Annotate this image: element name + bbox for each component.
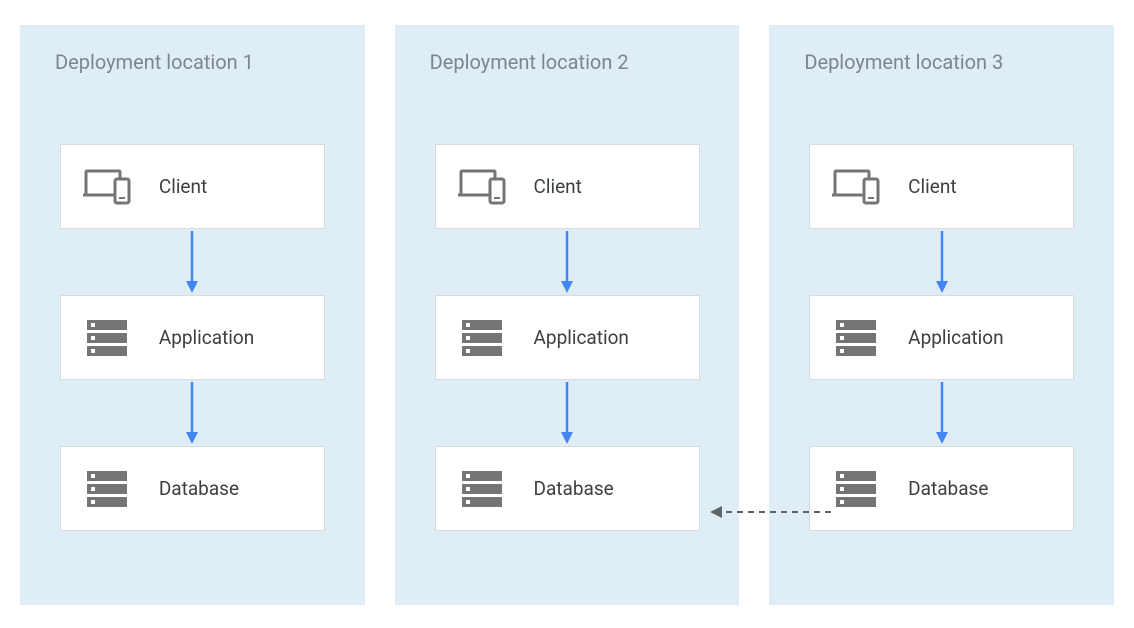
application-node: Application: [809, 295, 1074, 380]
node-label: Application: [159, 326, 254, 349]
node-label: Application: [534, 326, 629, 349]
node-label: Database: [908, 477, 988, 500]
server-icon: [458, 467, 508, 511]
client-node: Client: [60, 144, 325, 229]
devices-icon: [832, 165, 882, 209]
devices-icon: [83, 165, 133, 209]
server-icon: [832, 467, 882, 511]
arrow-down-icon: [557, 229, 577, 295]
deployment-column-1: Deployment location 1 Client Application…: [20, 25, 365, 605]
arrow-down-icon: [182, 229, 202, 295]
column-title: Deployment location 3: [804, 50, 1003, 74]
server-icon: [832, 316, 882, 360]
diagram-row: Deployment location 1 Client Application…: [20, 25, 1114, 605]
application-node: Application: [60, 295, 325, 380]
node-label: Client: [159, 175, 207, 198]
client-node: Client: [809, 144, 1074, 229]
node-label: Database: [534, 477, 614, 500]
arrow-down-icon: [932, 380, 952, 446]
server-icon: [83, 316, 133, 360]
column-title: Deployment location 1: [55, 50, 254, 74]
arrow-down-icon: [182, 380, 202, 446]
server-icon: [458, 316, 508, 360]
arrow-down-icon: [557, 380, 577, 446]
deployment-column-3: Deployment location 3 Client Application…: [769, 25, 1114, 605]
database-node: Database: [435, 446, 700, 531]
column-title: Deployment location 2: [430, 50, 629, 74]
database-node: Database: [60, 446, 325, 531]
arrow-down-icon: [932, 229, 952, 295]
devices-icon: [458, 165, 508, 209]
node-label: Client: [908, 175, 956, 198]
node-label: Client: [534, 175, 582, 198]
deployment-column-2: Deployment location 2 Client Application…: [395, 25, 740, 605]
node-label: Database: [159, 477, 239, 500]
server-icon: [83, 467, 133, 511]
database-node: Database: [809, 446, 1074, 531]
application-node: Application: [435, 295, 700, 380]
node-label: Application: [908, 326, 1003, 349]
client-node: Client: [435, 144, 700, 229]
